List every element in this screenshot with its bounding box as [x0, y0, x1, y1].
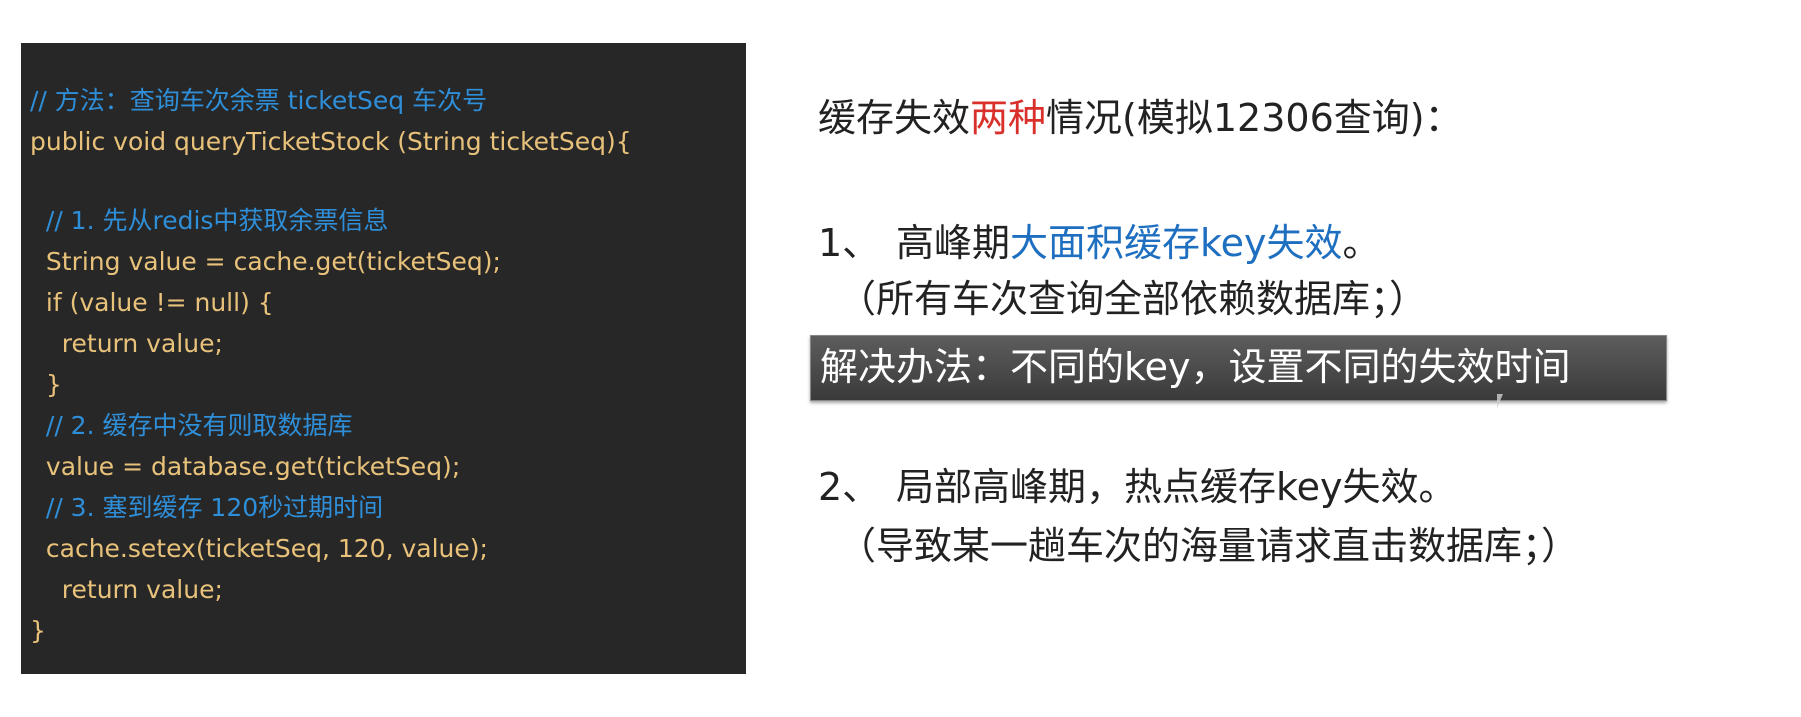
item-1-highlight: 大面积缓存key失效 — [1010, 221, 1343, 265]
item-2-text: 局部高峰期，热点缓存key失效。 — [896, 465, 1457, 509]
item-1-text: 高峰期 — [896, 221, 1011, 265]
item-2-heading: 2、 局部高峰期，热点缓存key失效。 — [818, 456, 1457, 511]
solution-banner: 解决办法：不同的key，设置不同的失效时间 — [810, 335, 1667, 401]
code-line: } — [30, 370, 62, 399]
code-line: if (value != null) { — [30, 288, 274, 317]
code-line: cache.setex(ticketSeq, 120, value); — [30, 534, 488, 563]
title-highlight: 两种 — [970, 96, 1047, 140]
item-2-note: （导致某一趟车次的海量请求直击数据库；） — [838, 524, 1580, 568]
item-1-text-end: 。 — [1342, 221, 1381, 265]
code-line: String value = cache.get(ticketSeq); — [30, 247, 501, 276]
item-1-note: （所有车次查询全部依赖数据库；） — [838, 277, 1428, 321]
code-line-comment: // 2. 缓存中没有则取数据库 — [30, 411, 353, 440]
code-line: public void queryTicketStock (String tic… — [30, 127, 632, 156]
code-line: return value; — [30, 329, 223, 358]
code-panel: // 方法：查询车次余票 ticketSeq 车次号 public void q… — [21, 43, 746, 674]
mouse-cursor-icon — [1497, 394, 1503, 408]
code-line-comment: // 3. 塞到缓存 120秒过期时间 — [30, 493, 384, 522]
slide-content: 缓存失效两种情况(模拟12306查询)： 1、 高峰期大面积缓存key失效。 （所… — [810, 0, 1790, 717]
item-1-heading: 1、 高峰期大面积缓存key失效。 — [818, 212, 1381, 267]
code-line-comment: // 1. 先从redis中获取余票信息 — [30, 206, 389, 235]
title-text-rest: 情况(模拟12306查询)： — [1046, 96, 1463, 140]
item-2-number: 2、 — [818, 465, 881, 509]
code-line: return value; — [30, 575, 223, 604]
title-text: 缓存失效 — [818, 96, 971, 140]
item-1-number: 1、 — [818, 221, 881, 265]
code-line-comment: // 方法：查询车次余票 ticketSeq 车次号 — [30, 86, 488, 115]
code-line: } — [30, 616, 46, 645]
slide-title: 缓存失效两种情况(模拟12306查询)： — [818, 87, 1463, 142]
code-line: value = database.get(ticketSeq); — [30, 452, 461, 481]
